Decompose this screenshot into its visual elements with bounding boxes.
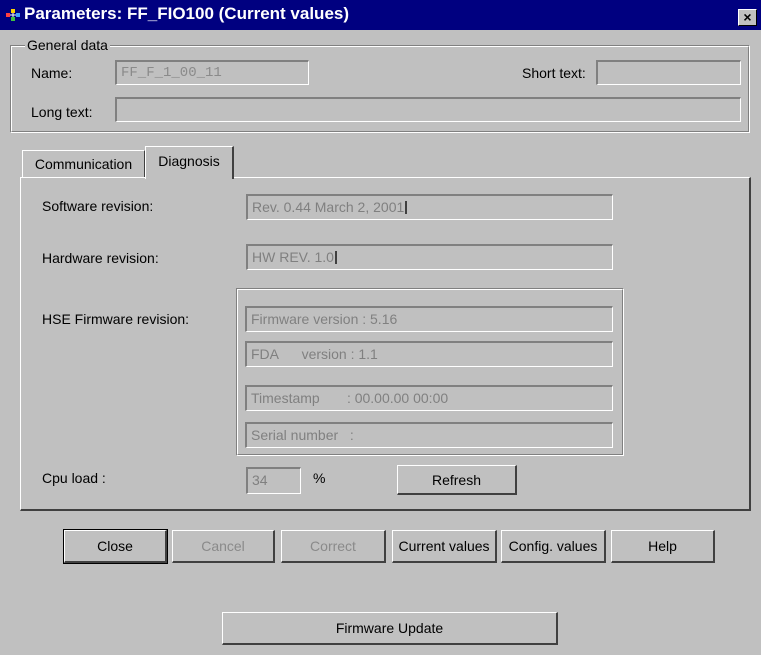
hardware-revision-label: Hardware revision: [42, 250, 159, 266]
serial-number-field[interactable]: Serial number : [245, 422, 613, 448]
window-title: Parameters: FF_FIO100 (Current values) [24, 4, 350, 23]
correct-button[interactable]: Correct [281, 530, 386, 563]
cancel-button[interactable]: Cancel [172, 530, 275, 563]
help-button[interactable]: Help [611, 530, 715, 563]
software-revision-value: Rev. 0.44 March 2, 2001 [252, 199, 405, 215]
title-bar[interactable]: Parameters: FF_FIO100 (Current values) × [0, 0, 761, 30]
cpu-load-label: Cpu load : [42, 470, 106, 486]
close-icon[interactable]: × [738, 9, 757, 26]
long-text-field[interactable] [115, 97, 741, 122]
software-revision-field[interactable]: Rev. 0.44 March 2, 2001 [246, 194, 613, 220]
tab-diagnosis[interactable]: Diagnosis [145, 146, 234, 179]
cpu-load-unit: % [313, 470, 326, 486]
app-icon [6, 9, 20, 21]
long-text-label: Long text: [31, 104, 93, 120]
firmware-update-button[interactable]: Firmware Update [222, 612, 558, 645]
config-values-button[interactable]: Config. values [501, 530, 606, 563]
hardware-revision-value: HW REV. 1.0 [252, 249, 334, 265]
software-revision-label: Software revision: [42, 198, 154, 214]
current-values-button[interactable]: Current values [392, 530, 497, 563]
hardware-revision-field[interactable]: HW REV. 1.0 [246, 244, 613, 270]
tab-diagnosis-label: Diagnosis [158, 153, 220, 169]
text-caret [334, 251, 337, 264]
short-text-field[interactable] [596, 60, 741, 85]
text-caret [405, 201, 408, 214]
close-button[interactable]: Close [63, 529, 168, 564]
short-text-label: Short text: [522, 65, 586, 81]
hse-firmware-label: HSE Firmware revision: [42, 311, 190, 327]
firmware-version-field[interactable]: Firmware version : 5.16 [245, 306, 613, 332]
fda-version-field[interactable]: FDA version : 1.1 [245, 341, 613, 367]
timestamp-field[interactable]: Timestamp : 00.00.00 00:00 [245, 385, 613, 411]
cpu-load-field[interactable]: 34 [246, 467, 301, 494]
name-field[interactable]: FF_F_1_00_11 [115, 60, 309, 85]
tab-communication-label: Communication [34, 156, 133, 172]
refresh-button[interactable]: Refresh [397, 465, 517, 495]
general-data-legend: General data [25, 37, 110, 53]
tab-communication[interactable]: Communication [22, 150, 145, 177]
name-label: Name: [31, 65, 73, 81]
